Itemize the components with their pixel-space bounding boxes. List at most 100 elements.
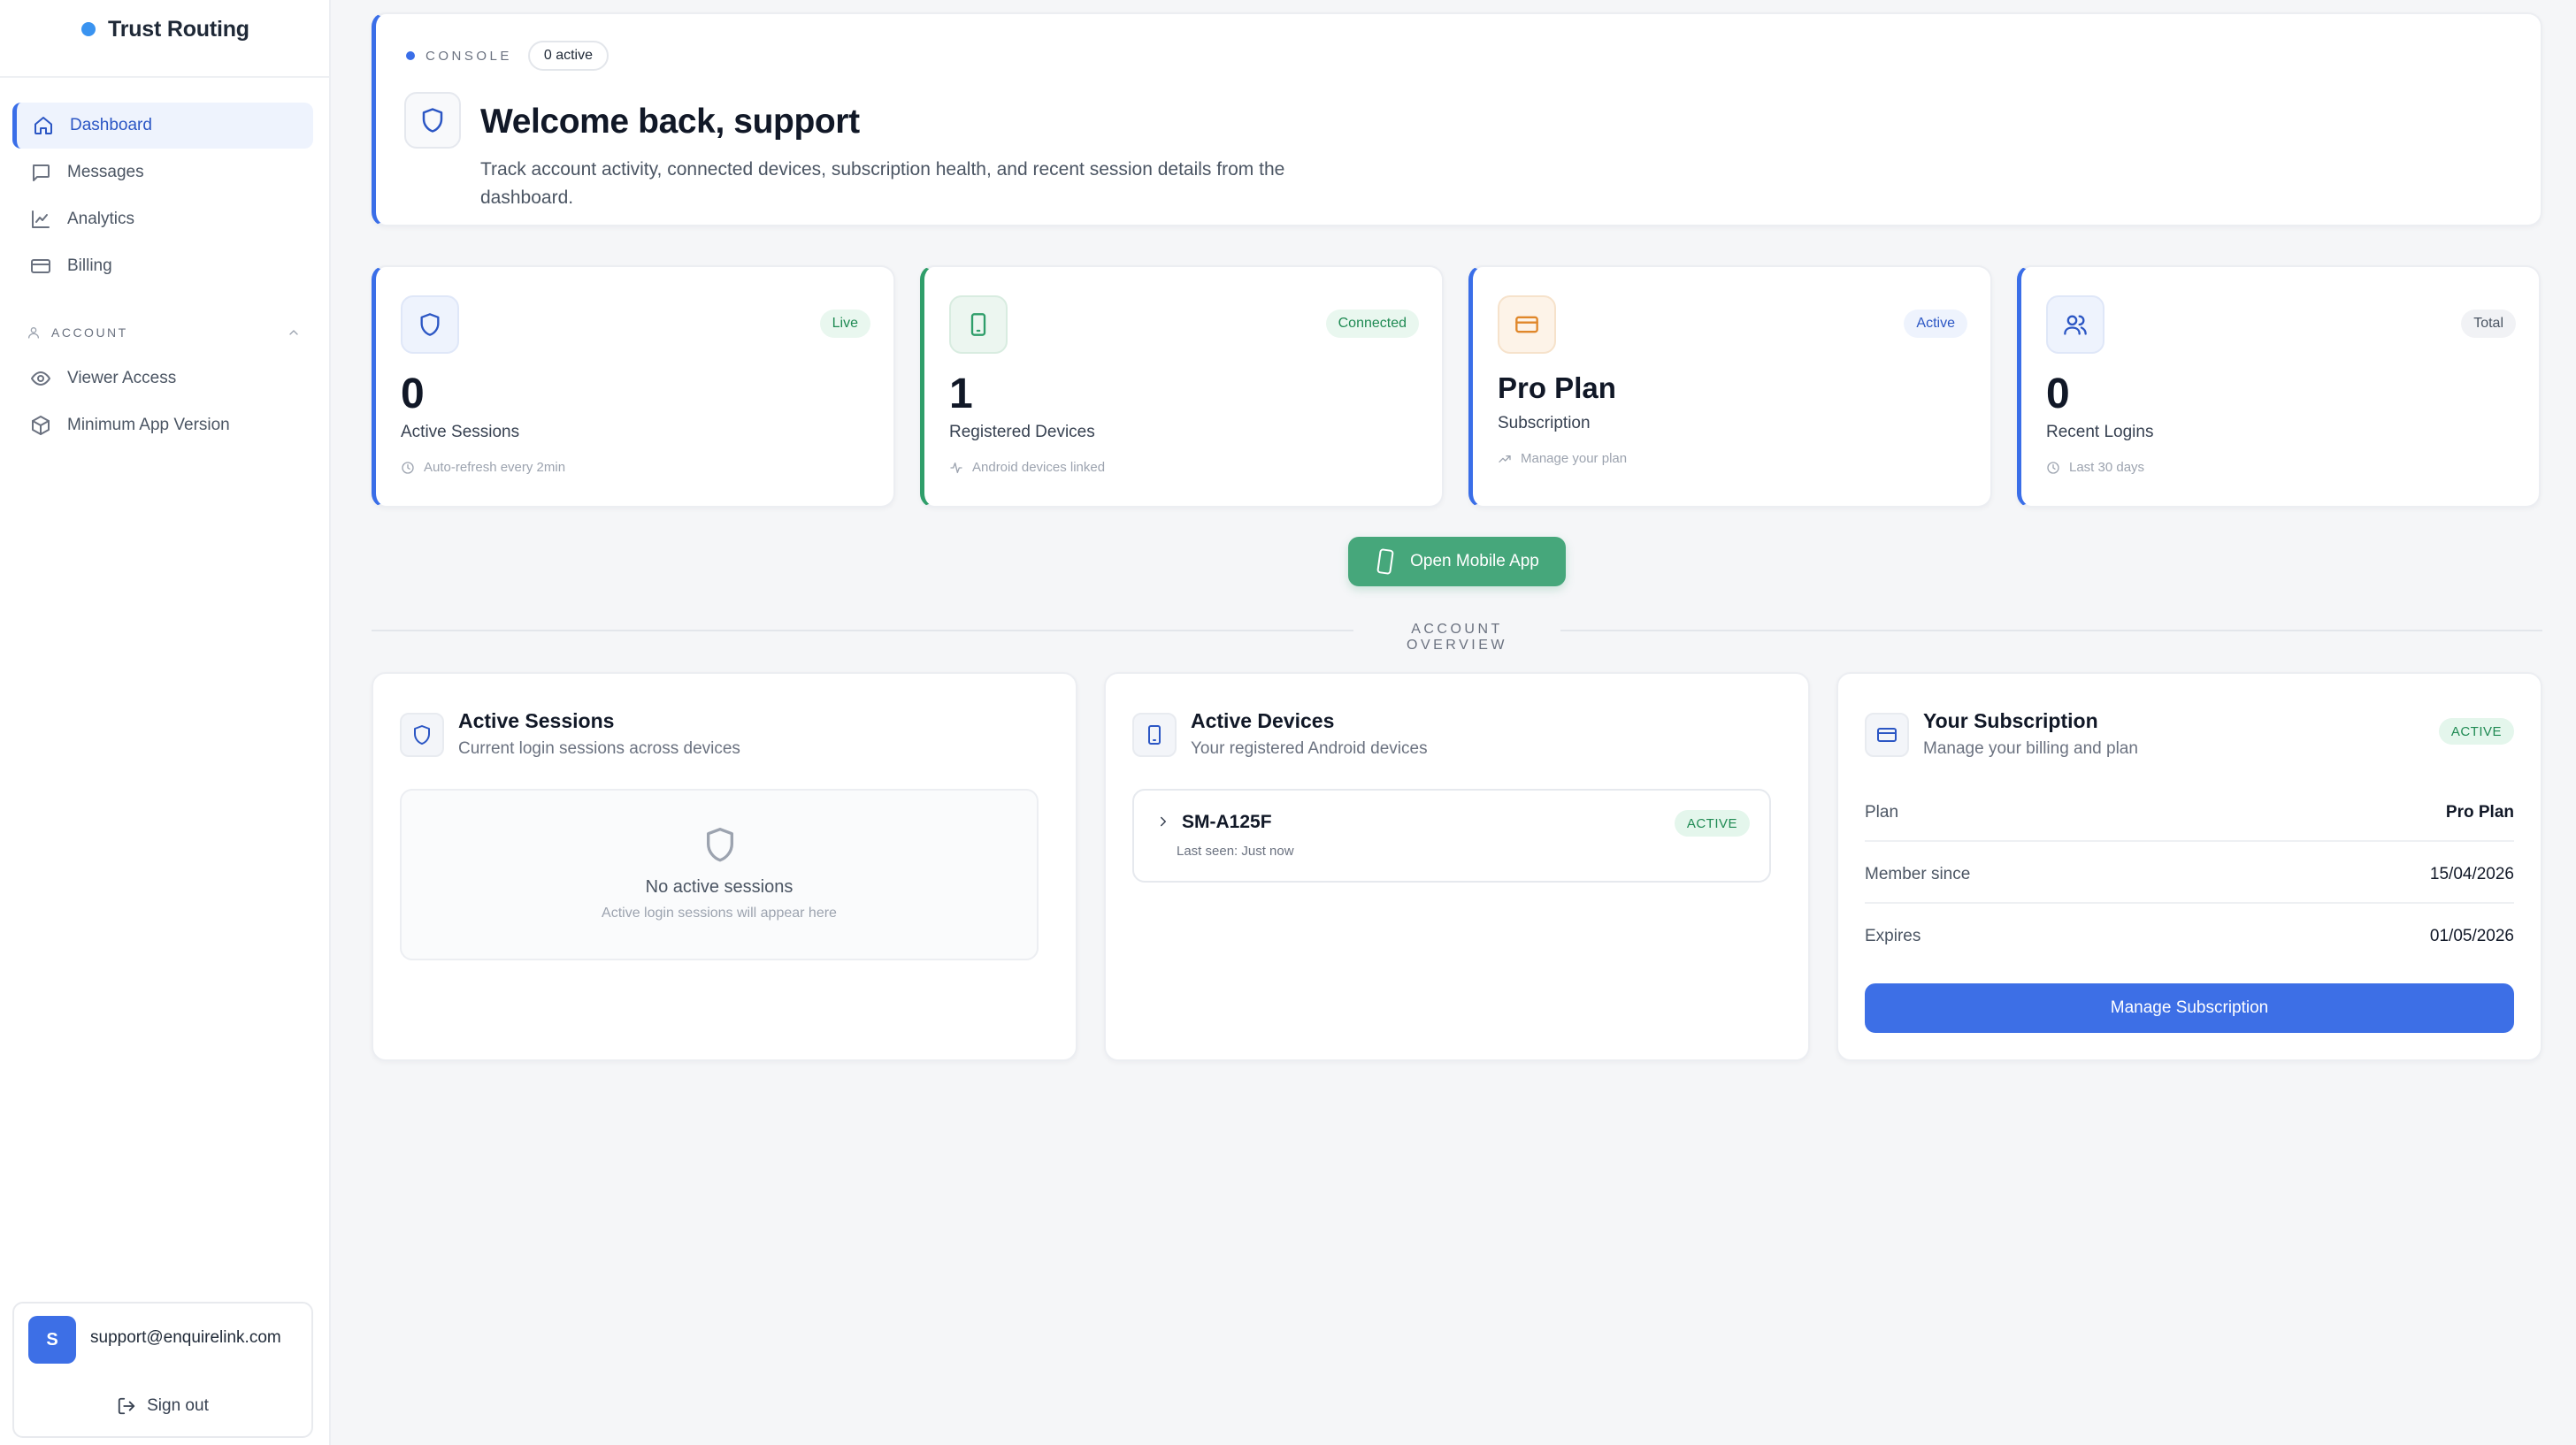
sidebar-item-messages[interactable]: Messages xyxy=(12,149,313,195)
open-mobile-app-button[interactable]: Open Mobile App xyxy=(1348,537,1566,586)
sign-out-label: Sign out xyxy=(147,1396,209,1415)
chevron-right-icon[interactable] xyxy=(1155,814,1171,830)
sidebar-item-label: Dashboard xyxy=(70,116,152,134)
manage-subscription-button[interactable]: Manage Subscription xyxy=(1865,983,2514,1033)
hero-shield-badge xyxy=(404,92,461,149)
sign-out-button[interactable]: Sign out xyxy=(14,1388,311,1424)
stat-label: Registered Devices xyxy=(949,423,1095,441)
row-value: 15/04/2026 xyxy=(2429,865,2514,883)
console-header: CONSOLE 0 active xyxy=(406,41,609,71)
overview-divider-right xyxy=(1560,630,2542,631)
stat-card-subscription: Active Pro Plan Subscription Manage your… xyxy=(1468,265,1992,508)
package-icon xyxy=(32,416,50,435)
connected-badge: Connected xyxy=(1325,310,1419,338)
credit-card-icon xyxy=(1515,316,1538,333)
stat-card-active-sessions: Live 0 Active Sessions Auto-refresh ever… xyxy=(372,265,895,508)
credit-card-icon xyxy=(31,259,50,273)
shield-icon xyxy=(420,313,440,336)
sessions-empty-state: No active sessions Active login sessions… xyxy=(400,789,1039,960)
panel-subtitle: Manage your billing and plan xyxy=(1923,739,2138,758)
panel-subtitle: Your registered Android devices xyxy=(1191,739,1428,758)
subscription-panel: Your Subscription Manage your billing an… xyxy=(1836,672,2542,1061)
stat-sub-text: Auto-refresh every 2min xyxy=(424,460,566,475)
sidebar-item-label: Minimum App Version xyxy=(67,416,230,434)
welcome-hero: CONSOLE 0 active Welcome back, support T… xyxy=(372,12,2542,226)
panel-icon-badge xyxy=(1865,713,1909,757)
stat-sub-text: Last 30 days xyxy=(2069,460,2145,475)
sidebar-item-label: Billing xyxy=(67,256,112,275)
stat-value: 0 xyxy=(2046,371,2070,417)
account-section-toggle[interactable]: ACCOUNT xyxy=(27,322,301,343)
page-title: Welcome back, support xyxy=(480,103,860,141)
row-value: 01/05/2026 xyxy=(2429,927,2514,945)
panel-title: Your Subscription xyxy=(1923,709,2098,732)
panel-icon-badge xyxy=(1132,713,1177,757)
avatar[interactable]: S xyxy=(28,1316,76,1364)
panel-title: Active Devices xyxy=(1191,709,1335,732)
row-label: Plan xyxy=(1865,803,1899,822)
message-icon xyxy=(33,164,50,181)
activity-icon xyxy=(950,462,962,473)
sidebar-item-minimum-app-version[interactable]: Minimum App Version xyxy=(12,402,313,448)
sidebar-item-label: Viewer Access xyxy=(67,369,177,387)
clock-icon xyxy=(402,461,414,474)
home-icon xyxy=(34,117,52,134)
account-overview-label: ACCOUNT OVERVIEW xyxy=(1407,622,1507,653)
chevron-up-icon xyxy=(289,330,298,335)
stat-sub: Auto-refresh every 2min xyxy=(401,460,565,475)
empty-state-subtitle: Active login sessions will appear here xyxy=(602,906,837,921)
active-count-pill: 0 active xyxy=(527,41,609,71)
smartphone-icon xyxy=(1148,725,1161,745)
stat-label: Subscription xyxy=(1498,414,1591,432)
sidebar-item-dashboard[interactable]: Dashboard xyxy=(12,103,313,149)
users-icon xyxy=(2064,315,2087,335)
device-row[interactable]: SM-A125F Last seen: Just now ACTIVE xyxy=(1132,789,1771,883)
credit-card-icon xyxy=(1877,728,1897,742)
sidebar-item-label: Analytics xyxy=(67,210,135,228)
sidebar-divider xyxy=(0,76,329,78)
clock-icon xyxy=(2047,461,2059,474)
stat-sub: Android devices linked xyxy=(949,460,1105,475)
stat-sub: Last 30 days xyxy=(2046,460,2144,475)
eye-icon xyxy=(31,371,50,386)
subscription-row-expires: Expires 01/05/2026 xyxy=(1865,906,2514,966)
panel-subtitle: Current login sessions across devices xyxy=(458,739,740,758)
open-mobile-app-label: Open Mobile App xyxy=(1410,552,1539,570)
stat-sub-text: Manage your plan xyxy=(1521,451,1628,466)
stat-icon-badge xyxy=(2046,295,2104,354)
total-badge: Total xyxy=(2461,310,2516,338)
smartphone-icon xyxy=(1376,548,1394,575)
device-status-badge: ACTIVE xyxy=(1674,810,1750,837)
sidebar-item-analytics[interactable]: Analytics xyxy=(12,196,313,242)
stat-label: Active Sessions xyxy=(401,423,520,441)
sidebar: Trust Routing Dashboard Messages Analyti… xyxy=(0,0,331,1445)
console-dot-icon xyxy=(406,51,415,60)
active-badge: Active xyxy=(1904,310,1967,338)
brand[interactable]: Trust Routing xyxy=(81,14,249,44)
account-section-title: ACCOUNT xyxy=(51,325,128,340)
user-email: support@enquirelink.com xyxy=(90,1328,281,1347)
active-sessions-panel: Active Sessions Current login sessions a… xyxy=(372,672,1077,1061)
sidebar-item-viewer-access[interactable]: Viewer Access xyxy=(12,356,313,401)
manage-plan-link[interactable]: Manage your plan xyxy=(1498,451,1627,466)
smartphone-icon xyxy=(970,313,986,336)
chart-line-icon xyxy=(32,210,50,228)
row-label: Member since xyxy=(1865,865,1971,883)
brand-dot-icon xyxy=(81,22,96,36)
stat-card-registered-devices: Connected 1 Registered Devices Android d… xyxy=(920,265,1444,508)
stat-icon-badge xyxy=(949,295,1008,354)
subscription-row-plan: Plan Pro Plan xyxy=(1865,782,2514,842)
log-out-icon xyxy=(118,1397,135,1415)
stat-icon-badge xyxy=(401,295,459,354)
live-badge: Live xyxy=(819,310,870,338)
shield-icon xyxy=(422,108,443,133)
user-icon xyxy=(27,327,39,339)
stat-value: 0 xyxy=(401,371,425,417)
shield-icon xyxy=(414,725,430,745)
panel-icon-badge xyxy=(400,713,444,757)
row-value: Pro Plan xyxy=(2445,803,2514,822)
user-card: S support@enquirelink.com Sign out xyxy=(12,1302,313,1438)
sidebar-item-billing[interactable]: Billing xyxy=(12,243,313,289)
page-description: Track account activity, connected device… xyxy=(480,159,1285,208)
empty-state-title: No active sessions xyxy=(645,877,794,897)
